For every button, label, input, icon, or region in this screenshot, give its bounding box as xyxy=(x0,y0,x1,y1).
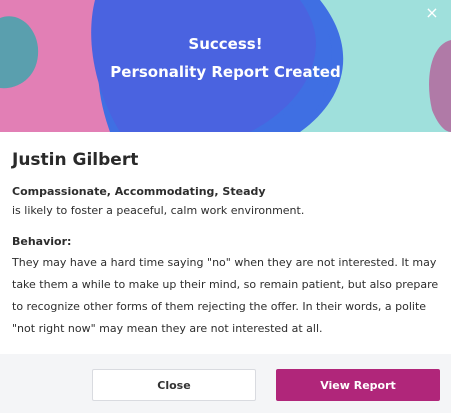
success-banner: Success! Personality Report Created × xyxy=(0,0,451,132)
person-name: Justin Gilbert xyxy=(12,150,139,170)
personality-summary: is likely to foster a peaceful, calm wor… xyxy=(12,204,305,217)
modal-footer: Close View Report xyxy=(0,354,451,413)
banner-text: Success! Personality Report Created xyxy=(0,0,451,132)
behavior-description: They may have a hard time saying "no" wh… xyxy=(12,256,439,335)
view-report-button[interactable]: View Report xyxy=(276,369,440,401)
banner-title: Success! xyxy=(188,35,263,53)
close-icon[interactable]: × xyxy=(423,4,441,22)
success-modal: Success! Personality Report Created × Ju… xyxy=(0,0,451,413)
behavior-heading: Behavior: xyxy=(12,235,72,248)
report-content: Justin Gilbert Compassionate, Accommodat… xyxy=(12,150,440,340)
banner-subtitle: Personality Report Created xyxy=(110,63,341,81)
personality-traits: Compassionate, Accommodating, Steady xyxy=(12,185,266,198)
close-button[interactable]: Close xyxy=(92,369,256,401)
